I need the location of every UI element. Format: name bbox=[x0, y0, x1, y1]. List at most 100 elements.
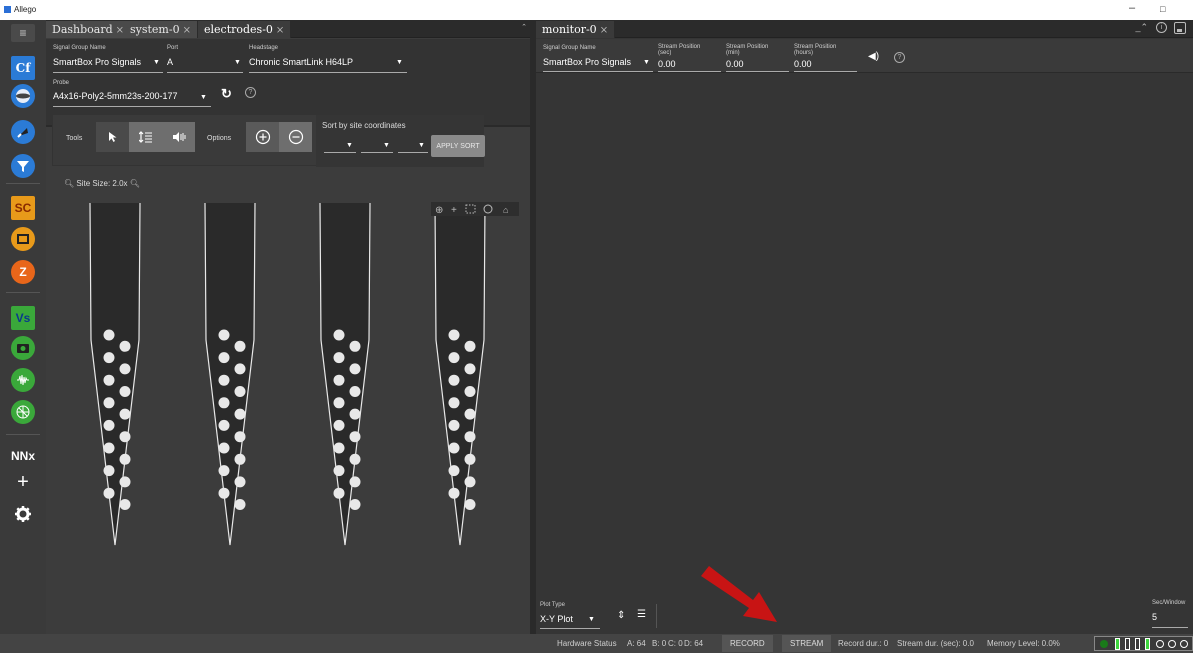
tab-electrodes[interactable]: electrodes-0 × bbox=[198, 21, 292, 38]
electrode-site[interactable] bbox=[349, 499, 361, 510]
probe-select[interactable]: A4x16-Poly2-5mm23s-200-177 bbox=[53, 91, 178, 101]
collapse-icon[interactable]: ⌃ bbox=[521, 23, 527, 31]
pointer-tool-button[interactable] bbox=[96, 122, 129, 152]
electrode-site[interactable] bbox=[464, 499, 476, 510]
vs-app-button[interactable]: Vs bbox=[11, 306, 35, 330]
electrode-site[interactable] bbox=[218, 442, 230, 454]
close-icon[interactable]: × bbox=[116, 25, 124, 36]
sort-y-select[interactable]: ▼ bbox=[361, 139, 393, 153]
electrode-site[interactable] bbox=[218, 487, 230, 499]
electrode-site[interactable] bbox=[464, 363, 476, 375]
plot-type-select[interactable]: X-Y Plot bbox=[540, 614, 573, 624]
electrode-site[interactable] bbox=[448, 397, 460, 409]
electrode-site[interactable] bbox=[119, 453, 131, 465]
minimize-panel-icon[interactable]: _⌃ bbox=[1135, 22, 1148, 33]
rocket-app-icon[interactable] bbox=[11, 120, 35, 144]
electrode-site[interactable] bbox=[333, 465, 345, 477]
electrode-site[interactable] bbox=[448, 419, 460, 431]
electrode-site[interactable] bbox=[464, 453, 476, 465]
help-icon[interactable]: ? bbox=[894, 52, 905, 63]
electrode-site[interactable] bbox=[234, 431, 246, 443]
electrode-site[interactable] bbox=[448, 487, 460, 499]
gear-icon[interactable] bbox=[11, 502, 35, 526]
record-button[interactable]: RECORD bbox=[722, 635, 773, 652]
electrode-site[interactable] bbox=[103, 442, 115, 454]
save-icon[interactable] bbox=[1174, 22, 1186, 34]
electrode-site[interactable] bbox=[464, 340, 476, 352]
camera-app-icon[interactable] bbox=[11, 336, 35, 360]
headstage-select[interactable]: Chronic SmartLink H64LP bbox=[249, 57, 353, 67]
electrode-site[interactable] bbox=[103, 374, 115, 386]
electrode-site[interactable] bbox=[103, 487, 115, 499]
electrode-site[interactable] bbox=[234, 340, 246, 352]
electrode-site[interactable] bbox=[103, 419, 115, 431]
electrode-site[interactable] bbox=[234, 453, 246, 465]
electrode-site[interactable] bbox=[349, 453, 361, 465]
zoom-out-button[interactable] bbox=[279, 122, 312, 152]
electrode-site[interactable] bbox=[218, 397, 230, 409]
electrode-site[interactable] bbox=[218, 329, 230, 341]
electrode-site[interactable] bbox=[119, 476, 131, 488]
cf-app-button[interactable]: Cf bbox=[11, 56, 35, 80]
electrode-site[interactable] bbox=[333, 374, 345, 386]
expand-vertical-icon[interactable]: ⇕ bbox=[617, 610, 625, 621]
close-icon[interactable]: × bbox=[276, 25, 284, 36]
zoom-in-icon[interactable]: 🔍︎ bbox=[130, 179, 140, 188]
electrode-site[interactable] bbox=[448, 352, 460, 364]
tab-dashboard[interactable]: Dashboard × bbox=[46, 21, 132, 38]
electrode-site[interactable] bbox=[333, 487, 345, 499]
electrode-site[interactable] bbox=[349, 340, 361, 352]
tab-system[interactable]: system-0 × bbox=[124, 21, 198, 38]
electrode-site[interactable] bbox=[448, 442, 460, 454]
electrode-site[interactable] bbox=[448, 374, 460, 386]
electrode-site[interactable] bbox=[349, 476, 361, 488]
electrode-site[interactable] bbox=[119, 408, 131, 420]
help-icon[interactable]: ? bbox=[245, 87, 256, 98]
signal-group-select[interactable]: SmartBox Pro Signals bbox=[543, 57, 631, 67]
funnel-app-icon[interactable] bbox=[11, 154, 35, 178]
screen-app-icon[interactable] bbox=[11, 227, 35, 251]
sc-app-button[interactable]: SC bbox=[11, 196, 35, 220]
electrode-site[interactable] bbox=[333, 352, 345, 364]
volume-icon[interactable]: ◀) bbox=[868, 51, 879, 62]
electrode-site[interactable] bbox=[333, 329, 345, 341]
sort-x-select[interactable]: ▼ bbox=[324, 139, 356, 153]
electrode-site[interactable] bbox=[119, 363, 131, 375]
electrode-site[interactable] bbox=[464, 386, 476, 397]
chevron-down-icon[interactable]: ▼ bbox=[153, 59, 160, 66]
electrode-site[interactable] bbox=[103, 465, 115, 477]
refresh-icon[interactable]: ↻ bbox=[221, 86, 232, 102]
close-icon[interactable]: × bbox=[600, 25, 608, 36]
electrode-site[interactable] bbox=[333, 442, 345, 454]
apply-sort-button[interactable]: APPLY SORT bbox=[431, 135, 485, 157]
electrode-site[interactable] bbox=[349, 386, 361, 397]
sec-window-input[interactable]: 5 bbox=[1152, 612, 1157, 622]
electrode-site[interactable] bbox=[464, 408, 476, 420]
electrode-site[interactable] bbox=[119, 499, 131, 510]
electrode-site[interactable] bbox=[234, 476, 246, 488]
electrode-site[interactable] bbox=[349, 408, 361, 420]
electrode-site[interactable] bbox=[103, 329, 115, 341]
chevron-down-icon[interactable]: ▼ bbox=[234, 59, 241, 66]
menu-icon[interactable]: ≡ bbox=[11, 24, 35, 42]
electrode-site[interactable] bbox=[218, 352, 230, 364]
waveform-app-icon[interactable] bbox=[11, 368, 35, 392]
z-app-button[interactable]: Z bbox=[11, 260, 35, 284]
electrode-site[interactable] bbox=[349, 363, 361, 375]
sort-list-tool-button[interactable] bbox=[129, 122, 162, 152]
maximize-button[interactable]: □ bbox=[1160, 4, 1165, 14]
electrode-site[interactable] bbox=[218, 419, 230, 431]
close-icon[interactable]: × bbox=[183, 25, 191, 36]
port-select[interactable]: A bbox=[167, 57, 173, 67]
electrode-site[interactable] bbox=[464, 431, 476, 443]
electrode-site[interactable] bbox=[103, 352, 115, 364]
sort-order-select[interactable]: ▼ bbox=[398, 139, 428, 153]
signal-group-select[interactable]: SmartBox Pro Signals bbox=[53, 57, 141, 67]
electrode-site[interactable] bbox=[234, 408, 246, 420]
sphere-app-icon[interactable] bbox=[11, 84, 35, 108]
chevron-down-icon[interactable]: ▼ bbox=[643, 59, 650, 66]
electrode-site[interactable] bbox=[119, 340, 131, 352]
zoom-out-icon[interactable]: 🔍︎ bbox=[64, 179, 74, 188]
electrode-site[interactable] bbox=[349, 431, 361, 443]
chevron-down-icon[interactable]: ▼ bbox=[396, 59, 403, 66]
